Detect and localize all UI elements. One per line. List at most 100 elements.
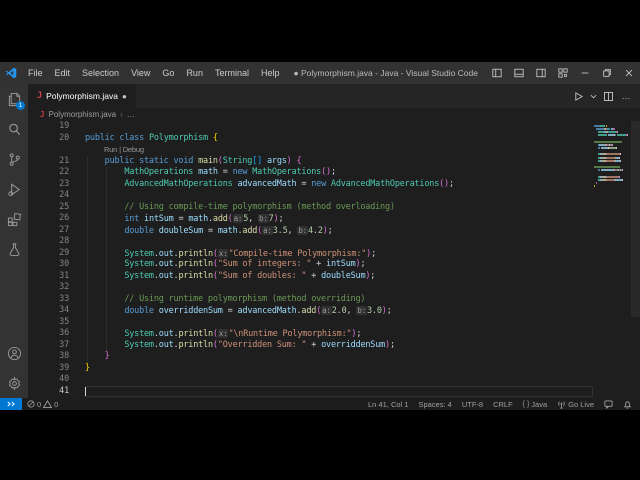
code-line-24[interactable]: 24 <box>28 190 640 202</box>
breadcrumb-symbol[interactable]: … <box>127 110 135 119</box>
line-text: int intSum = math.add(a:5, b:7); <box>124 214 284 224</box>
code-line-31[interactable]: 31 System.out.println("Sum of doubles: "… <box>28 271 640 283</box>
code-line-30[interactable]: 30 System.out.println("Sum of integers: … <box>28 259 640 271</box>
menu-file[interactable]: File <box>22 68 49 78</box>
remote-indicator-icon[interactable] <box>0 398 22 410</box>
problems-status[interactable]: 0 0 <box>22 398 63 410</box>
vscode-window: File Edit Selection View Go Run Terminal Help ●… <box>0 62 640 410</box>
minimap-line <box>594 191 630 194</box>
code-line-37[interactable]: 37 System.out.println("Overridden Sum: "… <box>28 340 640 352</box>
code-line-36[interactable]: 36 System.out.println(x:"\nRuntime Polym… <box>28 328 640 340</box>
window-title: ● Polymorphism.java - Java - Visual Stud… <box>293 68 478 78</box>
status-cursor-position[interactable]: Ln 41, Col 1 <box>363 398 413 410</box>
run-java-button[interactable] <box>570 87 586 105</box>
tab-bar: J Polymorphism.java ● … <box>28 84 640 108</box>
code-line-39[interactable]: 39} <box>28 363 640 375</box>
code-line-32[interactable]: 32 <box>28 282 640 294</box>
current-line-highlight <box>85 385 593 397</box>
activity-settings-gear-icon[interactable] <box>0 368 28 398</box>
close-button[interactable] <box>618 62 640 84</box>
status-label: Ln 41, Col 1 <box>368 399 409 409</box>
tab-dirty-indicator[interactable]: ● <box>122 92 127 101</box>
status-label: UTF-8 <box>461 399 484 409</box>
more-actions-icon[interactable]: … <box>618 87 634 105</box>
toggle-secondary-sidebar-icon[interactable] <box>530 62 552 84</box>
line-text: double doubleSum = math.add(a:3.5, b:4.2… <box>124 225 333 236</box>
activity-source-control-icon[interactable] <box>0 144 28 174</box>
scrollbar[interactable] <box>631 121 640 317</box>
code-line-33[interactable]: 33 // Using runtime polymorphism (method… <box>28 294 640 306</box>
menu-go[interactable]: Go <box>156 68 180 78</box>
code-line-41[interactable]: 41 <box>28 385 640 397</box>
line-number: 40 <box>59 374 69 384</box>
line-number: 29 <box>59 247 69 258</box>
line-text <box>85 317 640 329</box>
split-editor-icon[interactable] <box>600 87 616 105</box>
status-encoding[interactable]: UTF-8 <box>457 398 488 410</box>
gutter <box>28 144 85 156</box>
codelens-debug-link[interactable]: Debug <box>123 145 144 154</box>
restore-button[interactable] <box>596 62 618 84</box>
java-file-icon: J <box>40 110 45 119</box>
activity-run-debug-icon[interactable] <box>0 174 28 204</box>
minimap[interactable] <box>594 121 630 194</box>
run-dropdown-chevron-icon[interactable] <box>588 87 598 105</box>
line-number: 31 <box>59 270 69 281</box>
line-text: System.out.println(x:"\nRuntime Polymorp… <box>124 329 362 339</box>
status-language-mode[interactable]: { } Java <box>518 398 552 410</box>
code-line-25[interactable]: 25 // Using compile-time polymorphism (m… <box>28 202 640 214</box>
line-number: 22 <box>59 167 69 177</box>
code-editor[interactable]: 19 20 public class Polymorphism {Run | Deb… <box>28 121 640 398</box>
activity-bar: 1 <box>0 84 28 398</box>
code-line-26[interactable]: 26 int intSum = math.add(a:5, b:7); <box>28 213 640 225</box>
customize-layout-icon[interactable] <box>552 62 574 84</box>
menu-run[interactable]: Run <box>180 68 209 78</box>
toggle-panel-icon[interactable] <box>508 62 530 84</box>
status-eol[interactable]: CRLF <box>488 398 518 410</box>
menu-help[interactable]: Help <box>255 68 286 78</box>
menu-edit[interactable]: Edit <box>49 68 77 78</box>
line-number: 27 <box>59 224 69 235</box>
line-number: 39 <box>59 362 69 373</box>
error-count: 0 <box>37 399 42 409</box>
activity-testing-icon[interactable] <box>0 234 28 264</box>
code-line-19[interactable]: 19 <box>28 121 640 133</box>
line-text <box>85 121 640 133</box>
line-text: } <box>85 362 90 373</box>
code-line-27[interactable]: 27 double doubleSum = math.add(a:3.5, b:… <box>28 225 640 237</box>
bell-icon[interactable] <box>618 398 640 410</box>
code-line-35[interactable]: 35 <box>28 317 640 329</box>
minimize-button[interactable] <box>574 62 596 84</box>
line-number: 37 <box>59 339 69 350</box>
code-line-23[interactable]: 23 AdvancedMathOperations advancedMath =… <box>28 179 640 191</box>
breadcrumb: J Polymorphism.java › … <box>28 108 640 121</box>
feedback-icon[interactable] <box>599 398 618 410</box>
tab-polymorphism-java[interactable]: J Polymorphism.java ● <box>28 84 136 108</box>
status-go-live[interactable]: Go Live <box>552 398 599 410</box>
activity-search-icon[interactable] <box>0 114 28 144</box>
activity-extensions-icon[interactable] <box>0 204 28 234</box>
code-line-21[interactable]: 21 public static void main(String[] args… <box>28 156 640 168</box>
layout-controls <box>486 62 640 84</box>
status-indentation[interactable]: Spaces: 4 <box>413 398 456 410</box>
code-line-20[interactable]: 20 public class Polymorphism { <box>28 133 640 145</box>
activity-explorer-icon[interactable]: 1 <box>0 84 28 114</box>
menu-bar: File Edit Selection View Go Run Terminal Help <box>22 68 285 78</box>
menu-view[interactable]: View <box>125 68 156 78</box>
code-line-40[interactable]: 40 <box>28 374 640 386</box>
toggle-sidebar-icon[interactable] <box>486 62 508 84</box>
line-number: 30 <box>59 259 69 269</box>
menu-terminal[interactable]: Terminal <box>209 68 255 78</box>
java-file-icon: J <box>37 91 43 101</box>
code-line-29[interactable]: 29 System.out.println(x:"Compile-time Po… <box>28 248 640 260</box>
code-line-28[interactable]: 28 <box>28 236 640 248</box>
activity-account-icon[interactable] <box>0 338 28 368</box>
code-line-34[interactable]: 34 double overriddenSum = advancedMath.a… <box>28 305 640 317</box>
codelens-run-link[interactable]: Run <box>104 145 117 154</box>
line-text: // Using runtime polymorphism (method ov… <box>85 293 366 304</box>
code-line-22[interactable]: 22 MathOperations math = new MathOperati… <box>28 167 640 179</box>
line-text: System.out.println("Sum of integers: " +… <box>124 259 366 269</box>
breadcrumb-file[interactable]: Polymorphism.java <box>49 110 117 119</box>
menu-selection[interactable]: Selection <box>76 68 125 78</box>
code-line-38[interactable]: 38 } <box>28 351 640 363</box>
